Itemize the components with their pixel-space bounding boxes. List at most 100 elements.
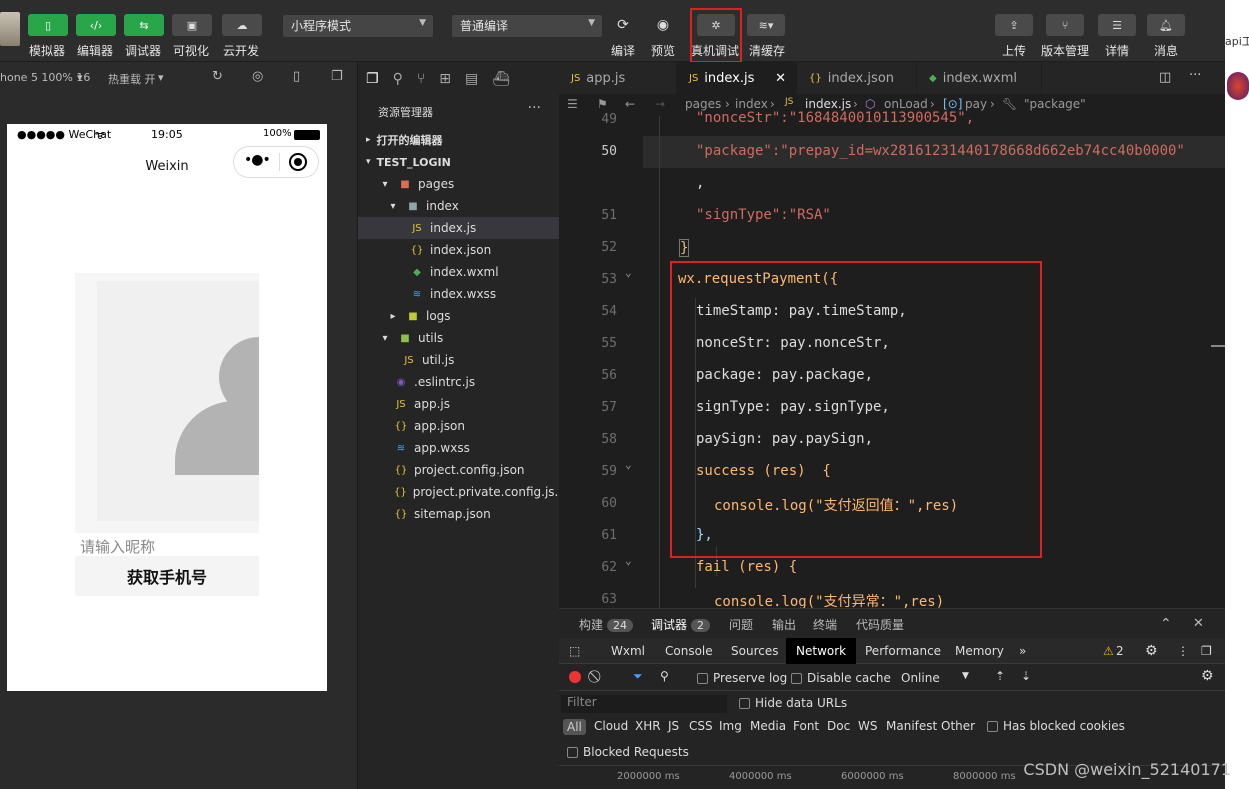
record-icon[interactable] xyxy=(569,671,581,683)
tree-item-app-js[interactable]: JS app.js xyxy=(358,393,559,415)
scrollbar-thumb[interactable] xyxy=(1211,345,1225,347)
cloud-dev-button[interactable]: ☁ xyxy=(222,14,262,36)
hide-data-urls-checkbox[interactable]: Hide data URLs xyxy=(739,696,847,710)
tab-network[interactable]: Network xyxy=(786,638,857,664)
stop-icon[interactable]: ◎ xyxy=(252,69,263,84)
tab-wxml[interactable]: Wxml xyxy=(611,638,645,664)
user-avatar[interactable] xyxy=(0,12,20,46)
breadcrumb-item[interactable]: index xyxy=(735,97,768,111)
debugger-toggle-button[interactable]: ⇆ xyxy=(124,14,164,36)
dock-icon[interactable]: ❐ xyxy=(1201,638,1212,664)
close-icon[interactable]: ✕ xyxy=(1193,616,1204,631)
upload-button[interactable]: ⇪ xyxy=(995,14,1033,36)
docker-icon[interactable]: ⛴ xyxy=(492,71,510,87)
close-miniprogram-icon[interactable] xyxy=(289,153,307,171)
capsule-button[interactable]: •●• xyxy=(233,146,319,178)
type-filter-manifest[interactable]: Manifest xyxy=(886,719,937,733)
type-filter-other[interactable]: Other xyxy=(941,719,975,733)
tab-build[interactable]: 构建 24 xyxy=(579,616,634,633)
clear-cache-button[interactable]: ≋▾ xyxy=(747,14,785,36)
tree-item-index-wxss[interactable]: ≋ index.wxss xyxy=(358,283,559,305)
type-filter-img[interactable]: Img xyxy=(719,719,742,733)
more-actions-icon[interactable]: ··· xyxy=(1189,68,1201,83)
tree-item-project-config[interactable]: {} project.config.json xyxy=(358,459,559,481)
tree-item-index-wxml[interactable]: ◆ index.wxml xyxy=(358,261,559,283)
tab-memory[interactable]: Memory xyxy=(955,638,1004,664)
tab-code-quality[interactable]: 代码质量 xyxy=(856,616,904,633)
tree-item-index-json[interactable]: {} index.json xyxy=(358,239,559,261)
back-arrow-icon[interactable]: ← xyxy=(625,97,635,111)
eye-icon[interactable]: ◉ xyxy=(648,14,678,36)
filter-input[interactable]: Filter xyxy=(561,695,727,713)
breadcrumb-item[interactable]: "package" xyxy=(1024,97,1086,111)
upload-icon[interactable]: ⇡ xyxy=(995,669,1005,683)
get-phone-number-button[interactable]: 获取手机号 xyxy=(75,556,259,596)
tree-item-app-json[interactable]: {} app.json xyxy=(358,415,559,437)
disable-cache-checkbox[interactable]: Disable cache xyxy=(791,671,891,685)
type-filter-media[interactable]: Media xyxy=(750,719,786,733)
tab-problems[interactable]: 问题 xyxy=(729,616,753,633)
type-filter-ws[interactable]: WS xyxy=(858,719,877,733)
compile-select[interactable]: 普通编译 ▼ xyxy=(452,15,602,37)
tree-item-eslintrc[interactable]: ◉ .eslintrc.js xyxy=(358,371,559,393)
more-actions-icon[interactable]: ··· xyxy=(528,100,541,116)
type-filter-font[interactable]: Font xyxy=(793,719,819,733)
tab-index-wxml[interactable]: ◆ index.wxml xyxy=(917,62,1042,94)
mode-select[interactable]: 小程序模式 ▼ xyxy=(283,15,433,37)
tree-item-app-wxss[interactable]: ≋ app.wxss xyxy=(358,437,559,459)
messages-button[interactable]: 🔔︎ xyxy=(1147,14,1185,36)
visual-toggle-button[interactable]: ▣ xyxy=(172,14,212,36)
tab-index-js[interactable]: JS index.js ✕ xyxy=(677,62,797,94)
tree-item-logs[interactable]: ▸ ■ logs xyxy=(358,305,559,327)
tab-sources[interactable]: Sources xyxy=(731,638,778,664)
type-filter-cloud[interactable]: Cloud xyxy=(594,719,628,733)
phone-icon[interactable]: ▯ xyxy=(293,69,300,84)
tab-debugger[interactable]: 调试器 2 xyxy=(651,616,711,633)
simulator-toggle-button[interactable]: ▯ xyxy=(28,14,68,36)
more-icon[interactable]: •●• xyxy=(244,152,271,168)
tab-app-js[interactable]: JS app.js xyxy=(559,62,677,94)
tree-item-util-js[interactable]: JS util.js xyxy=(358,349,559,371)
tree-item-index-js[interactable]: JS index.js xyxy=(358,217,559,239)
layout-icon[interactable]: ▤ xyxy=(465,71,478,87)
breadcrumb-item[interactable]: onLoad xyxy=(884,97,928,111)
version-button[interactable]: ⑂ xyxy=(1046,14,1084,36)
settings-icon[interactable]: ⚙ xyxy=(1145,638,1158,664)
type-filter-doc[interactable]: Doc xyxy=(827,719,850,733)
list-icon[interactable]: ☰ xyxy=(567,97,578,111)
more-vertical-icon[interactable]: ⋮ xyxy=(1177,638,1189,664)
tab-index-json[interactable]: {} index.json xyxy=(797,62,917,94)
details-button[interactable]: ☰ xyxy=(1098,14,1136,36)
tab-console[interactable]: Console xyxy=(665,638,713,664)
tab-performance[interactable]: Performance xyxy=(865,638,941,664)
settings-icon[interactable]: ⚙ xyxy=(1201,668,1214,684)
breadcrumb-item[interactable]: pay xyxy=(965,97,987,111)
type-filter-xhr[interactable]: XHR xyxy=(635,719,661,733)
refresh-icon[interactable]: ⟳ xyxy=(608,14,638,36)
type-filter-all[interactable]: All xyxy=(563,719,586,735)
code-area[interactable]: 49 "nonceStr":"1684840010113900545", 50 … xyxy=(559,110,1225,608)
fold-chevron-icon[interactable]: ⌄ xyxy=(625,266,632,279)
preserve-log-checkbox[interactable]: Preserve log xyxy=(697,671,787,685)
breadcrumb-item[interactable]: pages xyxy=(685,97,721,111)
files-icon[interactable]: ❐ xyxy=(366,71,379,87)
tree-item-project-private-config[interactable]: {} project.private.config.js... xyxy=(358,481,566,503)
tree-item-sitemap[interactable]: {} sitemap.json xyxy=(358,503,559,525)
fold-chevron-icon[interactable]: ⌄ xyxy=(625,554,632,567)
type-filter-js[interactable]: JS xyxy=(668,719,679,733)
extensions-icon[interactable]: ⊞ xyxy=(439,71,451,87)
search-icon[interactable]: ⚲ xyxy=(393,71,403,87)
forward-arrow-icon[interactable]: → xyxy=(655,97,665,111)
more-tabs-icon[interactable]: » xyxy=(1019,638,1026,664)
download-icon[interactable]: ⇣ xyxy=(1021,669,1031,683)
tree-item-pages[interactable]: ▾ ■ pages xyxy=(358,173,559,195)
editor-toggle-button[interactable]: ‹/› xyxy=(76,14,116,36)
git-icon[interactable]: ⑂ xyxy=(417,71,425,87)
open-editors-section[interactable]: ▸ 打开的编辑器 xyxy=(358,129,559,151)
bookmark-icon[interactable]: ⚑ xyxy=(597,97,608,111)
inspect-icon[interactable]: ⬚ xyxy=(569,638,580,664)
hot-reload-toggle[interactable]: 热重载 开 xyxy=(108,71,156,87)
nickname-input[interactable]: 请输入昵称 xyxy=(80,536,155,557)
tree-item-index[interactable]: ▾ ■ index xyxy=(358,195,559,217)
tree-item-utils[interactable]: ▾ ■ utils xyxy=(358,327,559,349)
